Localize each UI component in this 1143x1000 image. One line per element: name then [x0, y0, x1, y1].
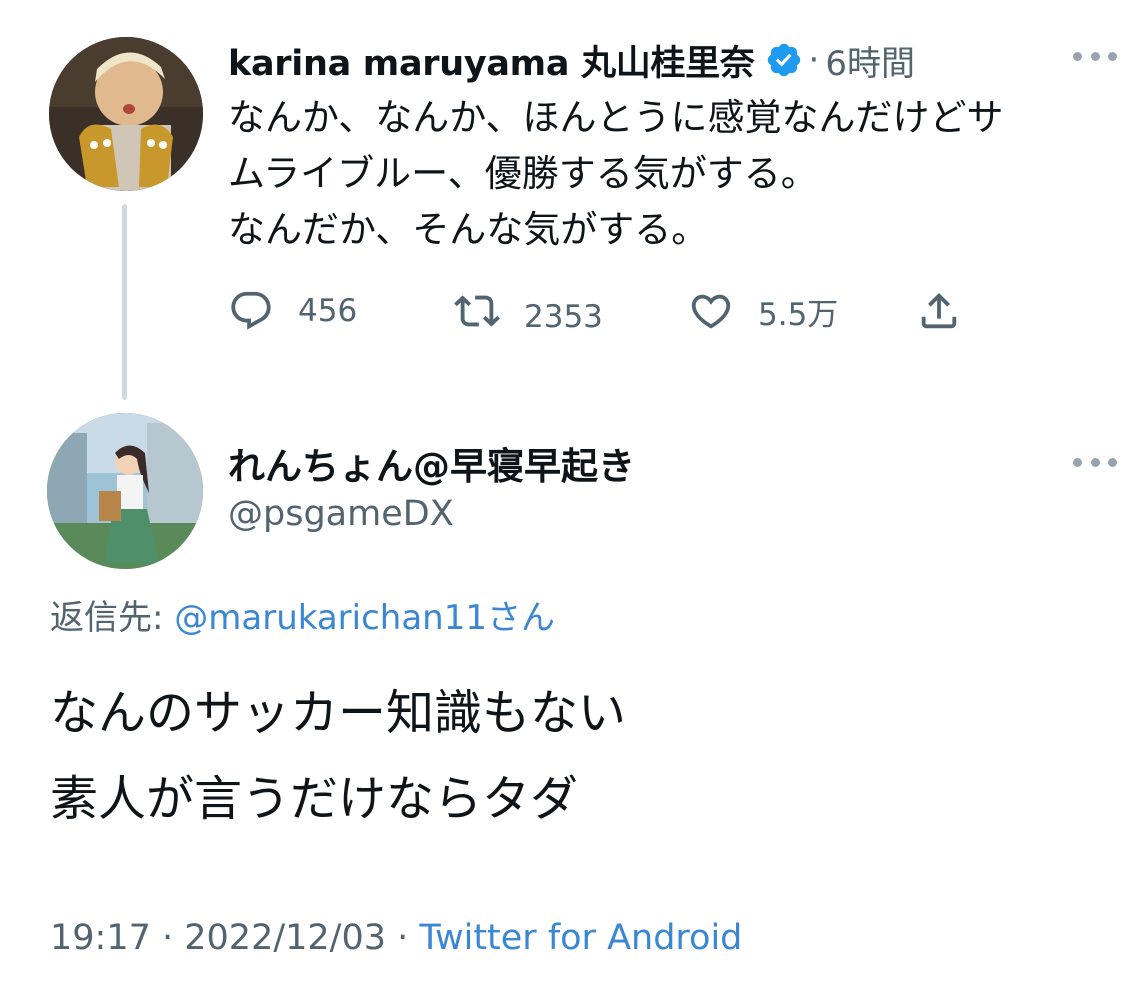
avatar-photo — [49, 37, 203, 191]
parent-tweet-time[interactable]: 6時間 — [825, 36, 915, 85]
dot — [1090, 457, 1100, 467]
dot — [1073, 51, 1082, 61]
reply-author-handle[interactable]: @psgameDX — [228, 494, 454, 534]
parent-more-dots-icon[interactable] — [1073, 50, 1117, 62]
like-button[interactable]: 5.5万 — [688, 286, 838, 336]
heart-icon — [691, 294, 731, 329]
parent-text-line-2: ムライブルー、優勝する気がする。 — [228, 152, 818, 195]
dot — [1090, 51, 1100, 61]
replying-to-line: 返信先: @marukarichan11さん — [50, 590, 555, 639]
share-icon — [921, 292, 957, 329]
like-count: 5.5万 — [758, 296, 839, 333]
parent-tweet-header: karina maruyama 丸山桂里奈 · 6時間 — [228, 34, 915, 86]
meta-separator-2: · — [386, 918, 420, 958]
retweet-count: 2353 — [524, 299, 603, 335]
reply-text-line-1: なんのサッカー知識もない — [50, 685, 627, 741]
retweet-button[interactable]: 2353 — [454, 286, 603, 336]
avatar-illustration — [47, 413, 203, 569]
replying-to-label: 返信先: — [50, 598, 175, 638]
retweet-icon — [454, 295, 500, 327]
reply-author-avatar[interactable] — [47, 413, 203, 569]
tweet-date[interactable]: 2022/12/03 — [184, 918, 386, 958]
thread-connector-line — [122, 204, 127, 400]
replying-to-suffix: さん — [487, 598, 555, 638]
header-separator: · — [808, 40, 820, 80]
meta-separator-1: · — [150, 918, 185, 958]
share-button[interactable] — [916, 286, 962, 336]
dot — [1073, 457, 1082, 467]
tweet-metadata: 19:17 · 2022/12/03 · Twitter for Android — [50, 918, 742, 958]
replying-to-mention-link[interactable]: @marukarichan11 — [174, 598, 487, 638]
tweet-client-link[interactable]: Twitter for Android — [419, 918, 742, 958]
parent-action-bar: 456 2353 5.5万 — [228, 286, 988, 336]
reply-tweet-text: なんのサッカー知識もない 素人が言うだけならタダ — [50, 670, 626, 842]
tweet-detail-page: karina maruyama 丸山桂里奈 · 6時間 なんか、なんか、ほんとう… — [0, 0, 1143, 1000]
reply-bubble-icon — [231, 291, 271, 330]
parent-author-name[interactable]: karina maruyama 丸山桂里奈 — [228, 35, 755, 86]
parent-tweet-text: なんか、なんか、ほんとうに感覚なんだけどサ ムライブルー、優勝する気がする。 な… — [228, 90, 1118, 258]
reply-more-dots-icon[interactable] — [1073, 456, 1117, 468]
tweet-time[interactable]: 19:17 — [50, 918, 151, 958]
reply-button[interactable]: 456 — [228, 286, 357, 336]
reply-text-line-2: 素人が言うだけならタダ — [50, 771, 579, 827]
parent-text-line-3: なんだか、そんな気がする。 — [228, 208, 709, 251]
dot — [1108, 457, 1117, 467]
dot — [1108, 51, 1117, 61]
reply-count: 456 — [298, 293, 358, 329]
verified-badge-icon — [767, 43, 800, 77]
parent-author-avatar[interactable] — [49, 37, 203, 191]
reply-author-name[interactable]: れんちょん@早寝早起き — [228, 436, 635, 490]
parent-text-line-1: なんか、なんか、ほんとうに感覚なんだけどサ — [228, 96, 1004, 139]
